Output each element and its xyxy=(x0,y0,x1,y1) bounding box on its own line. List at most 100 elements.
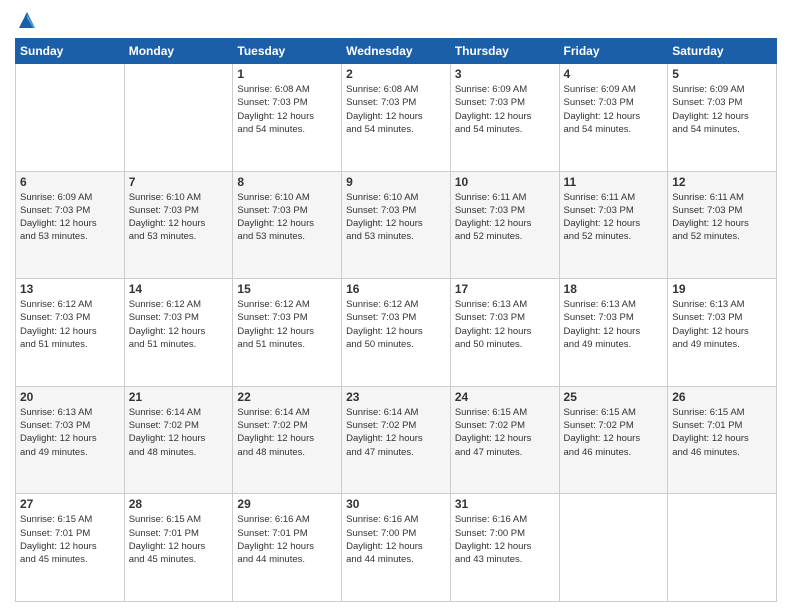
calendar-day-header: Wednesday xyxy=(342,39,451,64)
day-info: Sunrise: 6:15 AM Sunset: 7:01 PM Dayligh… xyxy=(672,406,772,459)
calendar-cell: 22 Sunrise: 6:14 AM Sunset: 7:02 PM Dayli… xyxy=(233,386,342,494)
calendar-cell: 11Sunrise: 6:11 AM Sunset: 7:03 PM Dayli… xyxy=(559,171,668,279)
calendar-cell xyxy=(124,64,233,172)
day-info: Sunrise: 6:10 AM Sunset: 7:03 PM Dayligh… xyxy=(237,191,337,244)
day-number: 23 xyxy=(346,390,446,404)
day-info: Sunrise: 6:11 AM Sunset: 7:03 PM Dayligh… xyxy=(672,191,772,244)
day-info: Sunrise: 6:12 AM Sunset: 7:03 PM Dayligh… xyxy=(346,298,446,351)
day-number: 21 xyxy=(129,390,229,404)
day-number: 25 xyxy=(564,390,664,404)
calendar-cell: 29 Sunrise: 6:16 AM Sunset: 7:01 PM Dayli… xyxy=(233,494,342,602)
calendar-cell: 15 Sunrise: 6:12 AM Sunset: 7:03 PM Dayli… xyxy=(233,279,342,387)
day-number: 20 xyxy=(20,390,120,404)
day-number: 19 xyxy=(672,282,772,296)
calendar-cell: 14 Sunrise: 6:12 AM Sunset: 7:03 PM Dayli… xyxy=(124,279,233,387)
day-info: Sunrise: 6:09 AM Sunset: 7:03 PM Dayligh… xyxy=(564,83,664,136)
day-info: Sunrise: 6:12 AM Sunset: 7:03 PM Dayligh… xyxy=(20,298,120,351)
calendar-cell: 1 Sunrise: 6:08 AM Sunset: 7:03 PM Daylig… xyxy=(233,64,342,172)
day-number: 17 xyxy=(455,282,555,296)
day-info: Sunrise: 6:13 AM Sunset: 7:03 PM Dayligh… xyxy=(20,406,120,459)
header xyxy=(15,10,777,30)
calendar-cell: 25 Sunrise: 6:15 AM Sunset: 7:02 PM Dayli… xyxy=(559,386,668,494)
day-number: 3 xyxy=(455,67,555,81)
day-info: Sunrise: 6:09 AM Sunset: 7:03 PM Dayligh… xyxy=(672,83,772,136)
calendar-cell xyxy=(668,494,777,602)
calendar-week-row: 6Sunrise: 6:09 AM Sunset: 7:03 PM Daylig… xyxy=(16,171,777,279)
day-number: 4 xyxy=(564,67,664,81)
calendar-cell: 21 Sunrise: 6:14 AM Sunset: 7:02 PM Dayli… xyxy=(124,386,233,494)
calendar-week-row: 1 Sunrise: 6:08 AM Sunset: 7:03 PM Daylig… xyxy=(16,64,777,172)
day-number: 15 xyxy=(237,282,337,296)
calendar-cell: 9Sunrise: 6:10 AM Sunset: 7:03 PM Daylig… xyxy=(342,171,451,279)
day-info: Sunrise: 6:13 AM Sunset: 7:03 PM Dayligh… xyxy=(672,298,772,351)
day-info: Sunrise: 6:15 AM Sunset: 7:01 PM Dayligh… xyxy=(129,513,229,566)
day-number: 22 xyxy=(237,390,337,404)
calendar-week-row: 13 Sunrise: 6:12 AM Sunset: 7:03 PM Dayli… xyxy=(16,279,777,387)
day-number: 8 xyxy=(237,175,337,189)
calendar-day-header: Friday xyxy=(559,39,668,64)
day-number: 26 xyxy=(672,390,772,404)
day-number: 28 xyxy=(129,497,229,511)
day-number: 31 xyxy=(455,497,555,511)
day-info: Sunrise: 6:12 AM Sunset: 7:03 PM Dayligh… xyxy=(237,298,337,351)
day-number: 30 xyxy=(346,497,446,511)
day-info: Sunrise: 6:12 AM Sunset: 7:03 PM Dayligh… xyxy=(129,298,229,351)
calendar-cell: 7 Sunrise: 6:10 AM Sunset: 7:03 PM Daylig… xyxy=(124,171,233,279)
calendar-header-row: SundayMondayTuesdayWednesdayThursdayFrid… xyxy=(16,39,777,64)
calendar-cell: 8 Sunrise: 6:10 AM Sunset: 7:03 PM Daylig… xyxy=(233,171,342,279)
calendar-cell: 5 Sunrise: 6:09 AM Sunset: 7:03 PM Daylig… xyxy=(668,64,777,172)
calendar-day-header: Monday xyxy=(124,39,233,64)
day-number: 12 xyxy=(672,175,772,189)
calendar-cell xyxy=(559,494,668,602)
calendar-day-header: Tuesday xyxy=(233,39,342,64)
calendar-table: SundayMondayTuesdayWednesdayThursdayFrid… xyxy=(15,38,777,602)
calendar-cell: 24 Sunrise: 6:15 AM Sunset: 7:02 PM Dayli… xyxy=(450,386,559,494)
day-number: 13 xyxy=(20,282,120,296)
calendar-cell: 6Sunrise: 6:09 AM Sunset: 7:03 PM Daylig… xyxy=(16,171,125,279)
day-info: Sunrise: 6:14 AM Sunset: 7:02 PM Dayligh… xyxy=(237,406,337,459)
day-info: Sunrise: 6:10 AM Sunset: 7:03 PM Dayligh… xyxy=(346,191,446,244)
calendar-cell: 20 Sunrise: 6:13 AM Sunset: 7:03 PM Dayli… xyxy=(16,386,125,494)
calendar-cell: 31 Sunrise: 6:16 AM Sunset: 7:00 PM Dayli… xyxy=(450,494,559,602)
calendar-cell: 19 Sunrise: 6:13 AM Sunset: 7:03 PM Dayli… xyxy=(668,279,777,387)
day-info: Sunrise: 6:10 AM Sunset: 7:03 PM Dayligh… xyxy=(129,191,229,244)
calendar-cell: 2 Sunrise: 6:08 AM Sunset: 7:03 PM Daylig… xyxy=(342,64,451,172)
calendar-cell: 4 Sunrise: 6:09 AM Sunset: 7:03 PM Daylig… xyxy=(559,64,668,172)
day-info: Sunrise: 6:08 AM Sunset: 7:03 PM Dayligh… xyxy=(237,83,337,136)
day-info: Sunrise: 6:13 AM Sunset: 7:03 PM Dayligh… xyxy=(564,298,664,351)
calendar-cell xyxy=(16,64,125,172)
calendar-cell: 26 Sunrise: 6:15 AM Sunset: 7:01 PM Dayli… xyxy=(668,386,777,494)
day-info: Sunrise: 6:15 AM Sunset: 7:02 PM Dayligh… xyxy=(455,406,555,459)
day-number: 5 xyxy=(672,67,772,81)
day-number: 6 xyxy=(20,175,120,189)
day-info: Sunrise: 6:14 AM Sunset: 7:02 PM Dayligh… xyxy=(129,406,229,459)
calendar-cell: 10 Sunrise: 6:11 AM Sunset: 7:03 PM Dayli… xyxy=(450,171,559,279)
day-info: Sunrise: 6:14 AM Sunset: 7:02 PM Dayligh… xyxy=(346,406,446,459)
calendar-cell: 3 Sunrise: 6:09 AM Sunset: 7:03 PM Daylig… xyxy=(450,64,559,172)
calendar-day-header: Thursday xyxy=(450,39,559,64)
day-info: Sunrise: 6:15 AM Sunset: 7:02 PM Dayligh… xyxy=(564,406,664,459)
calendar-cell: 12 Sunrise: 6:11 AM Sunset: 7:03 PM Dayli… xyxy=(668,171,777,279)
logo-icon xyxy=(17,10,37,30)
day-number: 24 xyxy=(455,390,555,404)
day-info: Sunrise: 6:08 AM Sunset: 7:03 PM Dayligh… xyxy=(346,83,446,136)
day-number: 16 xyxy=(346,282,446,296)
calendar-cell: 27Sunrise: 6:15 AM Sunset: 7:01 PM Dayli… xyxy=(16,494,125,602)
calendar-day-header: Saturday xyxy=(668,39,777,64)
day-number: 11 xyxy=(564,175,664,189)
day-info: Sunrise: 6:16 AM Sunset: 7:01 PM Dayligh… xyxy=(237,513,337,566)
day-number: 2 xyxy=(346,67,446,81)
day-info: Sunrise: 6:16 AM Sunset: 7:00 PM Dayligh… xyxy=(455,513,555,566)
day-number: 18 xyxy=(564,282,664,296)
day-number: 10 xyxy=(455,175,555,189)
calendar-day-header: Sunday xyxy=(16,39,125,64)
day-info: Sunrise: 6:11 AM Sunset: 7:03 PM Dayligh… xyxy=(455,191,555,244)
logo xyxy=(15,10,37,30)
day-number: 7 xyxy=(129,175,229,189)
day-number: 14 xyxy=(129,282,229,296)
calendar-cell: 17Sunrise: 6:13 AM Sunset: 7:03 PM Dayli… xyxy=(450,279,559,387)
day-info: Sunrise: 6:09 AM Sunset: 7:03 PM Dayligh… xyxy=(455,83,555,136)
day-number: 1 xyxy=(237,67,337,81)
calendar-cell: 13 Sunrise: 6:12 AM Sunset: 7:03 PM Dayli… xyxy=(16,279,125,387)
day-number: 29 xyxy=(237,497,337,511)
